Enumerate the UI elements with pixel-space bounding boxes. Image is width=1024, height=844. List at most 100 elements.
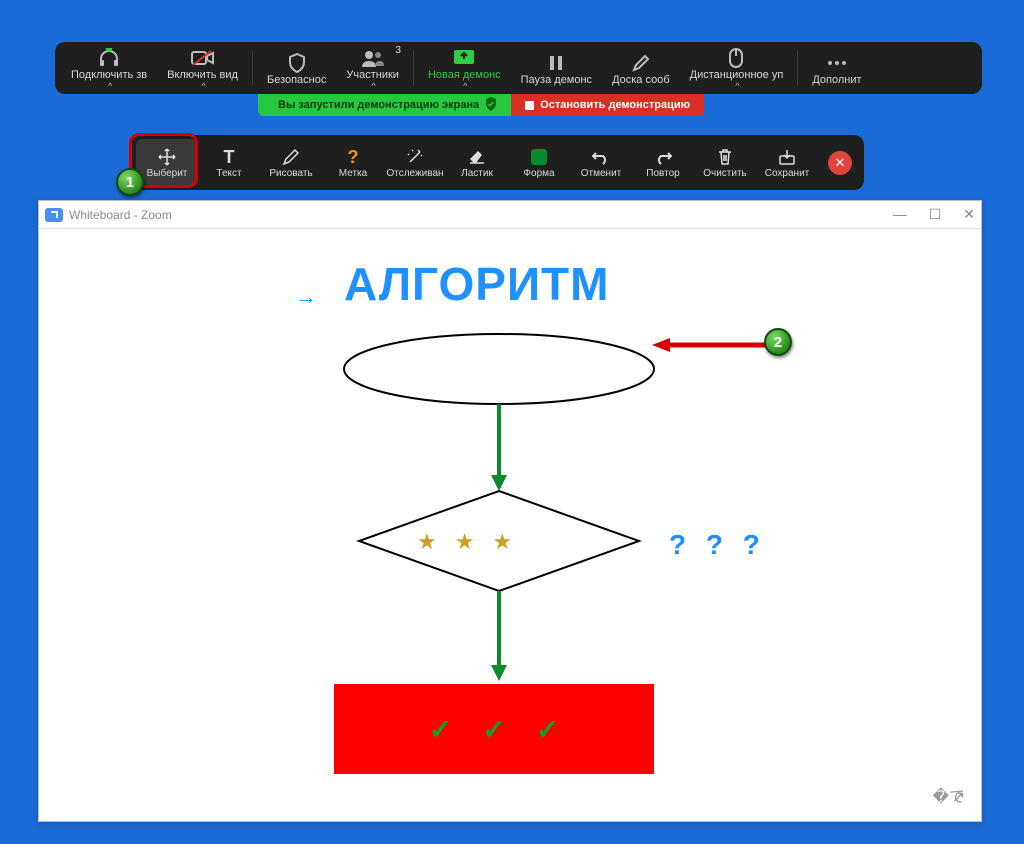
draw-tool[interactable]: Рисовать [260,139,322,186]
callout-badge-2: 2 [764,328,792,356]
clear-label: Очистить [703,168,747,179]
check-icon: ✓ [482,713,505,746]
star-icon: ★ [417,529,437,555]
window-controls: — ☐ ✕ [893,206,975,223]
remote-control-label: Дистанционное уп [690,69,784,81]
select-label: Выберит [147,168,188,179]
divider [797,51,798,85]
callout-arrow [650,335,765,353]
draw-label: Рисовать [269,168,312,179]
question-icon: ? [348,146,359,168]
pencil-icon [282,146,300,168]
remote-control-button[interactable]: Дистанционное уп ^ [680,43,794,93]
callout-badge-1: 1 [116,168,144,196]
minimize-button[interactable]: — [893,206,907,223]
text-icon: T [224,146,235,168]
close-button[interactable]: ✕ [963,206,975,223]
save-tool[interactable]: Сохранит [756,139,818,186]
pause-icon [548,52,564,74]
wand-icon [406,146,424,168]
redo-icon [654,146,672,168]
annotation-toolbar: Выберит T Текст Рисовать ? Метка Отслежи… [130,135,864,190]
callout-number: 2 [774,334,782,351]
maximize-button[interactable]: ☐ [929,206,942,223]
zoom-app-icon [45,208,63,222]
stamp-label: Метка [339,168,367,179]
more-label: Дополнит [812,74,861,86]
whiteboard-canvas[interactable]: → АЛГОРИТМ ★ ★ ★ ? ? ? ✓ ✓ ✓ �で ↗ [39,229,981,821]
whiteboard-window: Whiteboard - Zoom — ☐ ✕ → АЛГОРИТМ ★ ★ ★… [38,200,982,822]
window-titlebar: Whiteboard - Zoom — ☐ ✕ [39,201,981,229]
sharing-status-text: Вы запустили демонстрацию экрана [278,99,479,111]
star-icon: ★ [492,529,512,555]
share-screen-icon [453,47,475,69]
format-tool[interactable]: Форма [508,139,570,186]
eraser-icon [468,146,486,168]
eraser-label: Ластик [461,168,493,179]
stop-share-button[interactable]: Остановить демонстрацию [511,94,704,116]
redo-label: Повтор [646,168,679,179]
divider [413,51,414,85]
download-icon [778,146,796,168]
stop-share-label: Остановить демонстрацию [540,99,690,111]
check-icon: ✓ [536,713,559,746]
security-button[interactable]: Безопаснос [257,48,336,88]
headphones-icon [98,47,120,69]
eraser-tool[interactable]: Ластик [446,139,508,186]
undo-icon [592,146,610,168]
expand-icon[interactable]: ↗ [952,787,965,807]
trash-icon [717,146,733,168]
chevron-up-icon: ^ [201,81,205,91]
annotate-button[interactable]: Доска сооб [602,48,680,88]
color-swatch-icon [531,146,547,168]
spotlight-label: Отслеживан [386,168,443,179]
share-status-bar: Вы запустили демонстрацию экрана Останов… [258,94,704,116]
pause-share-label: Пауза демонс [521,74,592,86]
result-box: ✓ ✓ ✓ [334,684,654,774]
check-icon: ✓ [429,713,452,746]
start-video-button[interactable]: Включить вид ^ [157,43,248,93]
undo-label: Отменит [581,168,621,179]
spotlight-tool[interactable]: Отслеживан [384,139,446,186]
connect-audio-label: Подключить зв [71,69,147,81]
more-button[interactable]: Дополнит [802,48,871,88]
redo-tool[interactable]: Повтор [632,139,694,186]
more-icon [826,52,848,74]
participants-button[interactable]: 3 Участники ^ [336,43,409,93]
stop-icon [525,101,534,110]
new-share-button[interactable]: Новая демонс ^ [418,43,511,93]
window-title: Whiteboard - Zoom [69,208,172,222]
stamp-tool[interactable]: ? Метка [322,139,384,186]
chevron-up-icon: ^ [735,81,739,91]
people-icon [360,47,386,69]
diamond-stars: ★ ★ ★ [417,529,512,555]
pause-share-button[interactable]: Пауза демонс [511,48,602,88]
undo-tool[interactable]: Отменит [570,139,632,186]
callout-number: 1 [126,174,134,191]
chevron-up-icon: ^ [463,81,467,91]
move-icon [158,146,176,168]
format-label: Форма [523,168,554,179]
shield-icon [288,52,306,74]
connect-audio-button[interactable]: Подключить зв ^ [61,43,157,93]
start-video-label: Включить вид [167,69,238,81]
mouse-icon [729,47,743,69]
shield-check-icon [485,97,497,114]
close-icon: ✕ [835,155,846,171]
save-label: Сохранит [765,168,809,179]
meeting-toolbar: Подключить зв ^ Включить вид ^ Безопасно… [55,42,982,94]
sharing-status[interactable]: Вы запустили демонстрацию экрана [258,94,511,116]
pencil-icon [632,52,650,74]
divider [252,51,253,85]
chevron-up-icon: ^ [108,81,112,91]
participants-label: Участники [346,69,399,81]
text-label: Текст [216,168,241,179]
clear-tool[interactable]: Очистить [694,139,756,186]
security-label: Безопаснос [267,74,326,86]
text-tool[interactable]: T Текст [198,139,260,186]
annotate-label: Доска сооб [612,74,670,86]
select-tool[interactable]: Выберит [136,139,198,186]
video-off-icon [191,47,215,69]
participants-count: 3 [395,45,401,56]
close-annotation-button[interactable]: ✕ [828,151,852,175]
